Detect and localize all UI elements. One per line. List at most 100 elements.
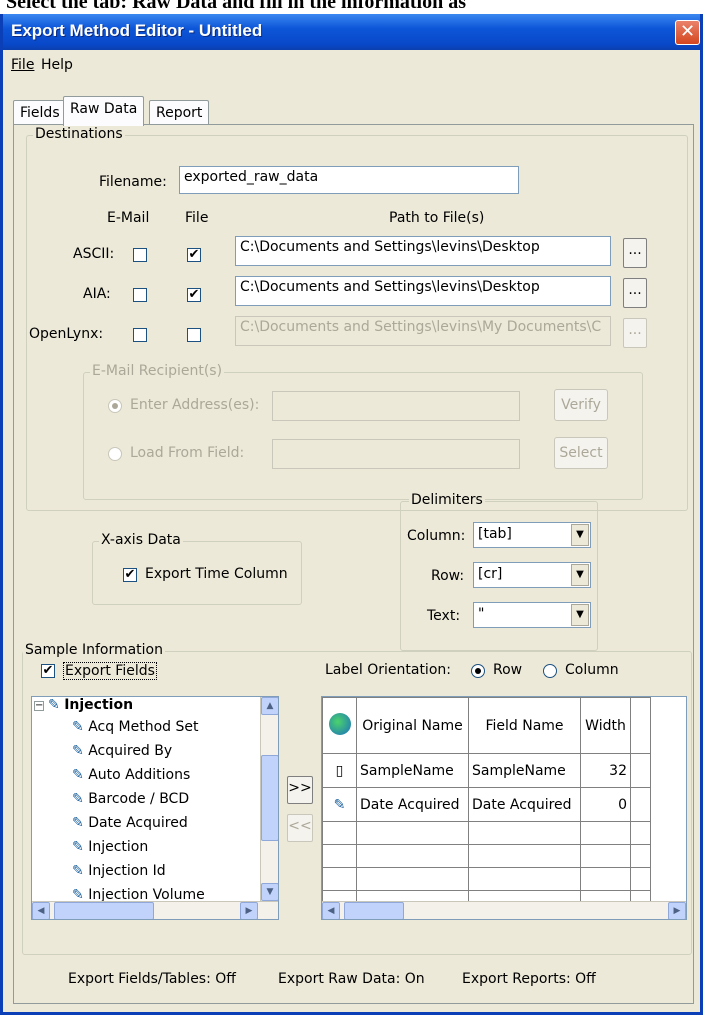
openlynx-email-checkbox[interactable] xyxy=(133,328,147,342)
empty-cell xyxy=(630,821,651,845)
collapse-toggle-icon[interactable]: − xyxy=(34,701,44,711)
tab-report-label: Report xyxy=(156,105,203,121)
filename-input[interactable]: exported_raw_data xyxy=(179,166,519,194)
text-delimiter-select[interactable]: " ▼ xyxy=(473,602,591,628)
grid-horizontal-scrollbar[interactable]: ◀ ▶ xyxy=(322,901,686,919)
cell-original-name[interactable]: SampleName xyxy=(356,753,469,788)
tree-item-label: Date Acquired xyxy=(88,815,188,831)
aia-email-checkbox[interactable] xyxy=(133,288,147,302)
text-delimiter-label: Text: xyxy=(427,608,461,624)
column-header-field-name[interactable]: Field Name xyxy=(468,697,581,754)
destinations-legend: Destinations xyxy=(33,126,125,142)
syringe-icon: ✎ xyxy=(72,767,84,783)
menu-file-label: File xyxy=(11,57,35,73)
empty-cell xyxy=(356,821,469,845)
table-row[interactable]: ✎ Date Acquired Date Acquired 0 xyxy=(322,787,651,822)
scroll-left-icon[interactable]: ◀ xyxy=(322,902,340,919)
openlynx-file-checkbox[interactable] xyxy=(187,328,201,342)
orientation-column-radio[interactable] xyxy=(543,664,557,678)
tree-horizontal-scrollbar[interactable]: ◀ ▶ xyxy=(32,901,278,919)
menu-help[interactable]: Help xyxy=(41,57,73,73)
ascii-path-input[interactable]: C:\Documents and Settings\levins\Desktop xyxy=(235,236,611,266)
scroll-right-icon[interactable]: ▶ xyxy=(668,902,686,919)
column-delimiter-select[interactable]: [tab] ▼ xyxy=(473,522,591,548)
tab-report[interactable]: Report xyxy=(149,100,210,126)
cell-field-name[interactable]: SampleName xyxy=(468,753,581,788)
column-header-extra xyxy=(630,697,651,754)
export-time-checkbox[interactable]: ✔ xyxy=(123,568,137,582)
column-delimiter-label: Column: xyxy=(407,528,466,544)
openlynx-browse-button: ... xyxy=(623,318,647,348)
aia-browse-button[interactable]: ... xyxy=(623,278,647,308)
scroll-left-icon[interactable]: ◀ xyxy=(32,902,50,919)
syringe-icon: ✎ xyxy=(72,863,84,879)
row-delimiter-select[interactable]: [cr] ▼ xyxy=(473,562,591,588)
title-bar[interactable]: Export Method Editor - Untitled ✕ xyxy=(3,14,700,50)
menu-file[interactable]: File xyxy=(11,57,34,73)
row-delimiter-label: Row: xyxy=(431,568,465,584)
empty-cell xyxy=(580,844,631,868)
aia-path-input[interactable]: C:\Documents and Settings\levins\Desktop xyxy=(235,276,611,306)
cell-width[interactable]: 32 xyxy=(580,753,631,788)
empty-cell xyxy=(356,844,469,868)
table-row[interactable] xyxy=(322,867,651,891)
selected-fields-grid[interactable]: Original Name Field Name Width ▯ SampleN… xyxy=(321,696,687,920)
syringe-icon: ✎ xyxy=(322,787,357,822)
tree-item[interactable]: ✎ Injection Id xyxy=(72,863,213,887)
status-export-reports: Export Reports: Off xyxy=(462,971,596,987)
tab-fields[interactable]: Fields xyxy=(13,100,67,126)
ascii-browse-button[interactable]: ... xyxy=(623,238,647,268)
load-from-field-radio xyxy=(108,447,122,461)
table-row[interactable]: ▯ SampleName SampleName 32 xyxy=(322,753,651,788)
export-method-editor-window: Export Method Editor - Untitled ✕ File H… xyxy=(0,14,703,1015)
field-tree[interactable]: − ✎ Injection ✎ Acq Method Set ✎ Acquire… xyxy=(31,696,279,920)
tree-item[interactable]: ✎ Auto Additions xyxy=(72,767,213,791)
export-fields-checkbox[interactable]: ✔ xyxy=(41,664,55,678)
cell-original-name[interactable]: Date Acquired xyxy=(356,787,469,822)
scroll-thumb[interactable] xyxy=(344,902,404,919)
aia-file-checkbox[interactable]: ✔ xyxy=(187,288,201,302)
chevron-down-icon[interactable]: ▼ xyxy=(571,564,589,586)
scroll-up-icon[interactable]: ▲ xyxy=(261,697,278,715)
tree-item-label: Injection Id xyxy=(88,863,166,879)
table-row[interactable] xyxy=(322,844,651,868)
add-field-button[interactable]: >> xyxy=(287,776,313,804)
globe-icon[interactable] xyxy=(322,697,357,754)
enter-address-label: Enter Address(es): xyxy=(130,397,260,413)
tree-root-injection[interactable]: ✎ Injection xyxy=(48,697,133,721)
column-header-original-name[interactable]: Original Name xyxy=(356,697,469,754)
verify-button: Verify xyxy=(554,389,608,421)
ascii-file-checkbox[interactable]: ✔ xyxy=(187,248,201,262)
cell-width[interactable]: 0 xyxy=(580,787,631,822)
orientation-row-label: Row xyxy=(493,662,523,678)
scroll-thumb[interactable] xyxy=(54,902,154,919)
table-row[interactable] xyxy=(322,821,651,845)
column-delimiter-value: [tab] xyxy=(478,526,512,542)
empty-cell xyxy=(580,867,631,891)
tree-children: ✎ Acq Method Set ✎ Acquired By ✎ Auto Ad… xyxy=(72,719,213,919)
ascii-email-checkbox[interactable] xyxy=(133,248,147,262)
tree-item[interactable]: ✎ Acq Method Set xyxy=(72,719,213,743)
tab-raw-data[interactable]: Raw Data xyxy=(63,96,145,126)
tree-root-label: Injection xyxy=(64,697,134,713)
tab-raw-data-label: Raw Data xyxy=(70,101,138,117)
close-button[interactable]: ✕ xyxy=(675,20,700,45)
scroll-thumb[interactable] xyxy=(261,755,278,841)
scroll-down-icon[interactable]: ▼ xyxy=(261,883,278,901)
tree-item[interactable]: ✎ Date Acquired xyxy=(72,815,213,839)
menu-help-label: Help xyxy=(41,57,73,73)
cell-field-name[interactable]: Date Acquired xyxy=(468,787,581,822)
scroll-right-icon[interactable]: ▶ xyxy=(240,902,258,919)
chevron-down-icon[interactable]: ▼ xyxy=(571,524,589,546)
orientation-column-label: Column xyxy=(565,662,619,678)
orientation-row-radio[interactable] xyxy=(471,664,485,678)
column-header-width[interactable]: Width xyxy=(580,697,631,754)
tree-item[interactable]: ✎ Acquired By xyxy=(72,743,213,767)
tree-vertical-scrollbar[interactable]: ▲ ▼ xyxy=(260,697,278,901)
openlynx-label: OpenLynx: xyxy=(29,326,104,342)
cell-extra xyxy=(630,787,651,822)
tree-item[interactable]: ✎ Barcode / BCD xyxy=(72,791,213,815)
tree-item[interactable]: ✎ Injection xyxy=(72,839,213,863)
chevron-down-icon[interactable]: ▼ xyxy=(571,604,589,626)
xaxis-data-group: X-axis Data ✔ Export Time Column xyxy=(92,532,302,605)
